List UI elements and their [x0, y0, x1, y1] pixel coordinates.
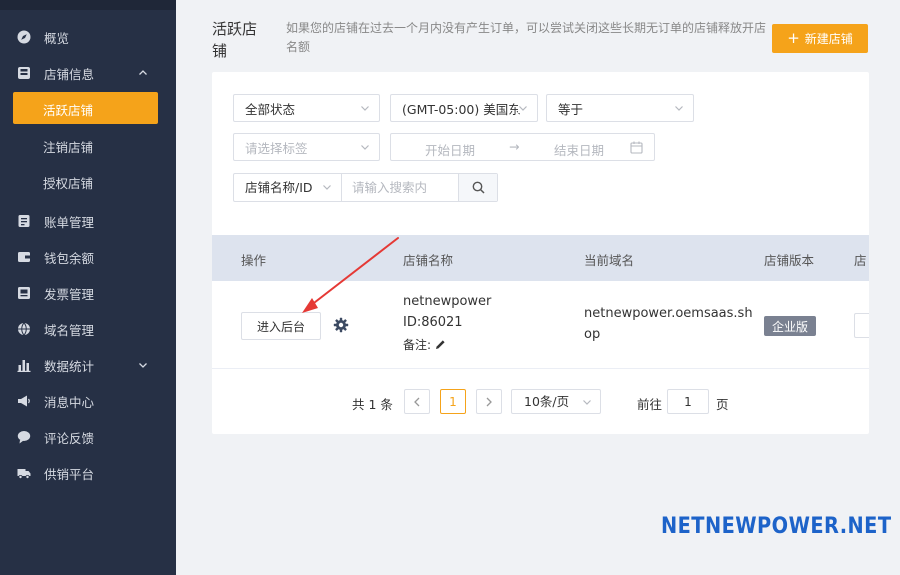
- bar-chart-icon: [17, 358, 31, 372]
- sidebar-item-label: 店铺信息: [44, 66, 95, 82]
- column-header-actions: 操作: [241, 253, 267, 268]
- sidebar-item-overview[interactable]: 概览: [0, 21, 176, 53]
- sidebar-item-label: 授权店铺: [43, 176, 94, 191]
- page-suffix-label: 页: [716, 397, 729, 412]
- watermark-text: NETNEWPOWER.NET: [661, 514, 892, 539]
- domain-line-2: op: [584, 327, 601, 342]
- page-size-value: 10条/页: [524, 394, 570, 409]
- globe-icon: [17, 322, 31, 336]
- column-header-store-name: 店铺名称: [403, 253, 454, 268]
- version-badge: 企业版: [764, 316, 816, 336]
- plus-icon: +: [787, 29, 800, 47]
- sidebar-item-label: 活跃店铺: [43, 103, 94, 118]
- search-icon: [472, 181, 485, 194]
- new-store-label: 新建店铺: [804, 32, 853, 46]
- invoice-icon: [17, 286, 31, 300]
- truck-icon: [17, 466, 31, 480]
- note-label: 备注:: [403, 338, 432, 352]
- chevron-down-icon: [323, 185, 331, 190]
- truncated-cell-control[interactable]: [854, 313, 869, 338]
- sidebar-item-cancelled-stores[interactable]: 注销店铺: [0, 129, 176, 161]
- chevron-down-icon: [361, 106, 369, 111]
- search-group: 店铺名称/ID: [233, 173, 498, 202]
- page-size-select[interactable]: 10条/页: [511, 389, 601, 414]
- comment-icon: [17, 430, 31, 444]
- sidebar-item-label: 注销店铺: [43, 140, 94, 155]
- sidebar-item-label: 域名管理: [44, 322, 95, 338]
- chevron-down-icon: [675, 106, 683, 111]
- tag-select-placeholder: 请选择标签: [245, 140, 308, 156]
- prev-page-button[interactable]: [404, 389, 430, 414]
- chevron-right-icon: [486, 397, 492, 406]
- bill-icon: [17, 214, 31, 228]
- gear-icon[interactable]: [333, 317, 349, 333]
- store-id: ID:86021: [403, 315, 463, 330]
- sidebar-item-label: 概览: [44, 30, 70, 46]
- sidebar-item-label: 数据统计: [44, 358, 95, 374]
- tag-select[interactable]: 请选择标签: [233, 133, 380, 161]
- page-title: 活跃店铺: [212, 20, 258, 60]
- sidebar-item-active-stores[interactable]: 活跃店铺: [13, 92, 158, 124]
- sidebar-item-wallet[interactable]: 钱包余额: [0, 241, 176, 273]
- sidebar-item-store-info[interactable]: 店铺信息: [0, 57, 176, 89]
- sidebar-item-label: 钱包余额: [44, 250, 95, 266]
- column-header-domain: 当前域名: [584, 253, 635, 268]
- chevron-down-icon: [361, 145, 369, 150]
- page-button[interactable]: 1: [440, 389, 466, 414]
- chevron-up-icon: [139, 70, 147, 75]
- sidebar-item-label: 账单管理: [44, 214, 95, 230]
- sidebar-item-label: 评论反馈: [44, 430, 95, 446]
- pencil-icon[interactable]: [435, 339, 446, 350]
- megaphone-icon: [17, 394, 31, 408]
- next-page-button[interactable]: [476, 389, 502, 414]
- arrow-right-icon: →: [509, 139, 520, 154]
- sidebar-item-domains[interactable]: 域名管理: [0, 313, 176, 345]
- store-icon: [17, 66, 31, 80]
- search-type-select[interactable]: 店铺名称/ID: [234, 174, 342, 201]
- chevron-down-icon: [583, 400, 591, 405]
- column-header-version: 店铺版本: [764, 253, 815, 268]
- sidebar-item-billing[interactable]: 账单管理: [0, 205, 176, 237]
- timezone-select-value: (GMT-05:00) 美国东: [402, 101, 521, 117]
- store-note[interactable]: 备注:: [403, 335, 446, 356]
- operator-select[interactable]: 等于: [546, 94, 694, 122]
- goto-page-input[interactable]: [667, 389, 709, 414]
- store-name: netnewpower: [403, 294, 492, 309]
- search-input[interactable]: [342, 174, 458, 201]
- sidebar-item-label: 发票管理: [44, 286, 95, 302]
- end-date-input[interactable]: 结束日期: [554, 140, 604, 159]
- search-button[interactable]: [458, 174, 497, 201]
- chevron-down-icon: [518, 103, 528, 113]
- goto-label: 前往: [637, 397, 663, 412]
- new-store-button[interactable]: + 新建店铺: [772, 24, 868, 53]
- sidebar-topbar: [0, 0, 176, 10]
- sidebar-item-supply-platform[interactable]: 供销平台: [0, 457, 176, 489]
- sidebar-item-statistics[interactable]: 数据统计: [0, 349, 176, 381]
- column-header-truncated: 店: [854, 253, 867, 268]
- sidebar-item-messages[interactable]: 消息中心: [0, 385, 176, 417]
- start-date-input[interactable]: 开始日期: [425, 140, 475, 159]
- sidebar-item-feedback[interactable]: 评论反馈: [0, 421, 176, 453]
- status-select-value: 全部状态: [245, 101, 296, 117]
- pagination-total: 共 1 条: [352, 397, 393, 412]
- date-range-picker[interactable]: 开始日期 → 结束日期: [390, 133, 655, 161]
- timezone-select[interactable]: (GMT-05:00) 美国东: [390, 94, 538, 122]
- operator-select-value: 等于: [558, 101, 584, 117]
- sidebar-item-label: 消息中心: [44, 394, 95, 410]
- page-description: 如果您的店铺在过去一个月内没有产生订单，可以尝试关闭这些长期无订单的店铺释放开店…: [286, 21, 767, 54]
- sidebar-item-invoice[interactable]: 发票管理: [0, 277, 176, 309]
- search-type-value: 店铺名称/ID: [245, 180, 313, 195]
- calendar-icon: [630, 141, 643, 154]
- wallet-icon: [17, 250, 31, 264]
- enter-admin-button[interactable]: 进入后台: [241, 312, 321, 340]
- sidebar-item-label: 供销平台: [44, 466, 95, 482]
- status-select[interactable]: 全部状态: [233, 94, 380, 122]
- sidebar-item-authorized-stores[interactable]: 授权店铺: [0, 165, 176, 197]
- compass-icon: [17, 30, 31, 44]
- chevron-down-icon: [139, 363, 147, 368]
- domain-line-1: netnewpower.oemsaas.sh: [584, 306, 753, 321]
- chevron-left-icon: [414, 397, 420, 406]
